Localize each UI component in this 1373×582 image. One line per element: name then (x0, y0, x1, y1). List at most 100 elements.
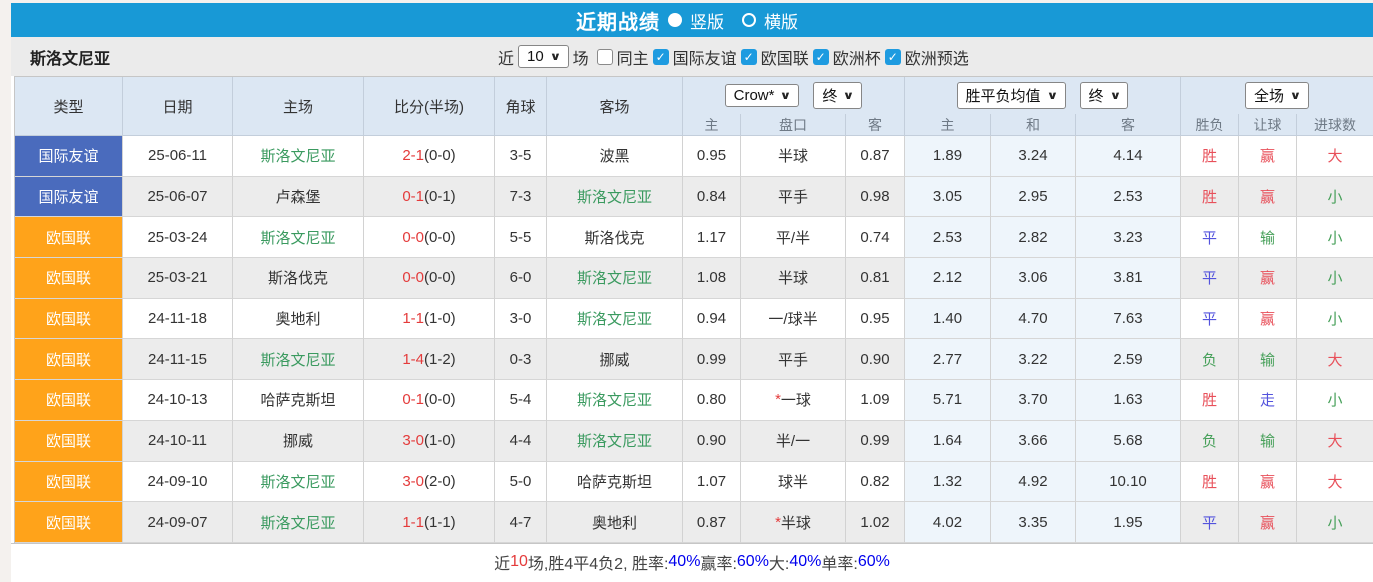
recent-count-select[interactable]: 10 (518, 45, 569, 68)
match-date: 25-06-07 (123, 176, 233, 218)
match-score: 3-0 (1-0) (364, 420, 495, 462)
ah-home-odds: 1.08 (683, 258, 741, 299)
subcol-avg-home: 主 (905, 114, 991, 136)
goals-result: 大 (1297, 339, 1373, 381)
avg-type-select[interactable]: 胜平负均值 (956, 82, 1066, 109)
wdl-result: 胜 (1181, 380, 1239, 421)
col-header-type: 类型 (15, 77, 123, 136)
subcol-goals: 进球数 (1297, 114, 1373, 136)
summary-segment: 40% (789, 553, 822, 571)
avg-stage-select[interactable]: 终 (1079, 82, 1129, 109)
same-home-label[interactable]: 同主 (617, 45, 649, 69)
competition-label-friendly[interactable]: 国际友谊 (673, 45, 737, 69)
handicap-result: 输 (1239, 217, 1297, 259)
half-time-score: (0-0) (424, 269, 456, 287)
handicap-result: 赢 (1239, 136, 1297, 177)
ah-handicap: 球半 (741, 461, 846, 503)
away-team: 哈萨克斯坦 (547, 461, 683, 503)
match-row: 欧国联 24-09-10 斯洛文尼亚 3-0 (2-0) 5-0 哈萨克斯坦 1.07 球半 0.… (15, 461, 1373, 503)
half-time-score: (1-0) (424, 310, 456, 328)
subcol-ah-home: 主 (683, 114, 741, 136)
corner-score: 5-0 (495, 461, 547, 503)
layout-label-vertical[interactable]: 竖版 (690, 8, 724, 33)
competition-label-nations-league[interactable]: 欧国联 (761, 45, 809, 69)
layout-radio-vertical[interactable] (668, 13, 682, 27)
match-score: 0-0 (0-0) (364, 217, 495, 259)
competition-type-label: 国际友谊 (15, 136, 122, 176)
ah-home-odds: 0.94 (683, 298, 741, 340)
avg-away-odds: 4.14 (1076, 136, 1181, 177)
ah-handicap: * 一球 (741, 380, 846, 421)
match-row: 国际友谊 25-06-11 斯洛文尼亚 2-1 (0-0) 3-5 波黑 0.95 半球 0.87… (15, 136, 1373, 177)
half-time-score: (0-0) (424, 228, 456, 246)
ah-home-odds: 0.99 (683, 339, 741, 381)
handicap-result: 赢 (1239, 298, 1297, 340)
handicap-name: 平手 (777, 351, 808, 369)
away-team: 斯洛文尼亚 (547, 420, 683, 462)
home-team: 斯洛文尼亚 (233, 136, 364, 177)
competition-checkbox-euro[interactable] (812, 48, 829, 65)
match-type-badge: 欧国联 (15, 298, 123, 340)
handicap-result: 输 (1239, 339, 1297, 381)
half-time-score: (2-0) (424, 472, 456, 490)
ah-handicap: 平手 (741, 176, 846, 218)
same-home-checkbox[interactable] (596, 48, 613, 65)
ah-handicap: 平手 (741, 339, 846, 381)
handicap-name: 平手 (777, 189, 808, 207)
match-date: 24-10-11 (123, 420, 233, 462)
corner-score: 4-7 (495, 502, 547, 543)
corner-score: 4-4 (495, 420, 547, 462)
half-time-score: (0-0) (424, 147, 456, 165)
match-score: 1-4 (1-2) (364, 339, 495, 381)
competition-label-euro-qualifiers[interactable]: 欧洲预选 (905, 45, 969, 69)
match-date: 25-03-24 (123, 217, 233, 259)
home-team: 斯洛文尼亚 (233, 461, 364, 503)
odds-company-select[interactable]: Crow* (724, 84, 800, 107)
avg-draw-odds: 3.06 (991, 258, 1076, 299)
ah-handicap: 半球 (741, 136, 846, 177)
match-type-badge: 欧国联 (15, 339, 123, 381)
match-type-badge: 欧国联 (15, 217, 123, 259)
match-date: 25-06-11 (123, 136, 233, 177)
match-type-badge: 欧国联 (15, 502, 123, 543)
match-score: 1-1 (1-1) (364, 502, 495, 543)
scope-select[interactable]: 全场 (1245, 82, 1309, 109)
page-title: 近期战绩 (576, 11, 660, 34)
summary-segment: 40% (668, 553, 701, 571)
avg-draw-odds: 3.35 (991, 502, 1076, 543)
layout-radio-horizontal[interactable] (742, 13, 756, 27)
ah-away-odds: 0.82 (846, 461, 905, 503)
wdl-result: 负 (1181, 339, 1239, 381)
goals-result: 大 (1297, 420, 1373, 462)
ah-handicap: * 半球 (741, 502, 846, 543)
competition-checkbox-friendly[interactable] (652, 48, 669, 65)
subcol-handicap: 盘口 (741, 114, 846, 136)
half-time-score: (0-1) (424, 188, 456, 206)
full-time-score: 3-0 (402, 472, 424, 490)
layout-label-horizontal[interactable]: 横版 (764, 8, 798, 33)
topbar: 近期战绩 竖版 横版 (11, 3, 1373, 37)
handicap-name: 半球 (777, 148, 808, 166)
competition-label-euro[interactable]: 欧洲杯 (833, 45, 881, 69)
wdl-result: 胜 (1181, 461, 1239, 503)
avg-home-odds: 2.53 (905, 217, 991, 259)
avg-draw-odds: 3.66 (991, 420, 1076, 462)
avg-away-odds: 10.10 (1076, 461, 1181, 503)
ah-handicap: 一/球半 (741, 298, 846, 340)
goals-result: 小 (1297, 380, 1373, 421)
away-team: 斯洛文尼亚 (547, 258, 683, 299)
handicap-result: 走 (1239, 380, 1297, 421)
home-team: 哈萨克斯坦 (233, 380, 364, 421)
half-time-score: (0-0) (424, 391, 456, 409)
ah-home-odds: 0.87 (683, 502, 741, 543)
competition-checkbox-nations-league[interactable] (740, 48, 757, 65)
avg-away-odds: 2.59 (1076, 339, 1181, 381)
half-time-score: (1-2) (424, 350, 456, 368)
wdl-result: 平 (1181, 298, 1239, 340)
away-team: 斯洛文尼亚 (547, 298, 683, 340)
goals-result: 小 (1297, 176, 1373, 218)
competition-checkbox-euro-qualifiers[interactable] (884, 48, 901, 65)
odds-stage-select[interactable]: 终 (813, 82, 863, 109)
away-team: 斯洛伐克 (547, 217, 683, 259)
match-score: 3-0 (2-0) (364, 461, 495, 503)
